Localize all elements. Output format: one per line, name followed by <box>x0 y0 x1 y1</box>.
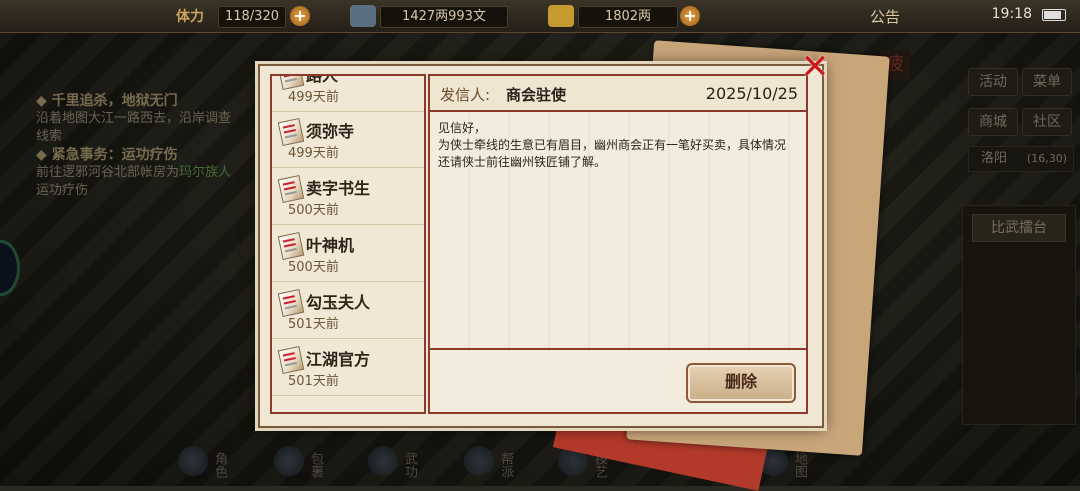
gold-value: 1802两 <box>578 6 678 28</box>
battery-icon <box>1042 9 1066 21</box>
mail-age: 499天前 <box>288 90 339 105</box>
mail-sender: 路人 <box>306 74 339 85</box>
mail-item[interactable]: 勾玉夫人 501天前 <box>272 283 424 339</box>
mail-date: 2025/10/25 <box>705 84 798 103</box>
mail-item[interactable]: 叶神机 500天前 <box>272 226 424 282</box>
mail-sender: 叶神机 <box>306 236 355 255</box>
mail-item[interactable]: 路人 499天前 <box>272 74 424 112</box>
mail-body: 见信好， 为侠士牵线的生意已有眉目，幽州商会正有一笔好买卖，具体情况还请侠士前往… <box>438 120 794 171</box>
sender-label: 发信人: <box>440 86 491 104</box>
mail-sender: 江湖官方 <box>306 350 371 369</box>
mail-item[interactable]: 须弥寺 499天前 <box>272 112 424 168</box>
mail-body-text: 为侠士牵线的生意已有眉目，幽州商会正有一笔好买卖，具体情况还请侠士前往幽州铁匠铺… <box>438 138 787 169</box>
mail-age: 500天前 <box>288 203 339 218</box>
money-value: 1427两993文 <box>380 6 508 28</box>
mail-age: 501天前 <box>288 374 339 389</box>
delete-button[interactable]: 删除 <box>686 363 796 403</box>
mail-item[interactable]: 卖字书生 500天前 <box>272 169 424 225</box>
mail-sender: 勾玉夫人 <box>306 293 371 312</box>
add-stamina-button[interactable]: + <box>290 6 310 26</box>
mail-list[interactable]: 路人 499天前 须弥寺 499天前 卖字书生 500天前 叶神机 500天前 … <box>270 74 426 414</box>
mail-greeting: 见信好， <box>438 121 487 135</box>
coin-icon <box>350 5 376 27</box>
mail-header: 发信人: 商会驻使 2025/10/25 <box>430 76 806 112</box>
mail-item[interactable]: 江湖官方 501天前 <box>272 340 424 396</box>
gold-ingot-icon <box>548 5 574 27</box>
sender-name: 商会驻使 <box>506 86 567 104</box>
stamina-value: 118/320 <box>218 6 286 28</box>
clock: 19:18 <box>991 6 1032 22</box>
mail-content: 发信人: 商会驻使 2025/10/25 见信好， 为侠士牵线的生意已有眉目，幽… <box>428 74 808 414</box>
close-icon[interactable]: ✕ <box>798 50 832 84</box>
mail-age: 499天前 <box>288 146 339 161</box>
announcement-button[interactable]: 公告 <box>870 6 900 27</box>
mail-dialog: 路人 499天前 须弥寺 499天前 卖字书生 500天前 叶神机 500天前 … <box>258 64 824 428</box>
mail-sender: 须弥寺 <box>306 122 355 141</box>
add-gold-button[interactable]: + <box>680 6 700 26</box>
top-resource-bar: 体力 118/320 + 1427两993文 1802两 + 公告 19:18 <box>0 0 1080 33</box>
mail-sender: 卖字书生 <box>306 179 371 198</box>
stamina-label: 体力 <box>176 9 204 25</box>
mail-age: 501天前 <box>288 317 339 332</box>
mail-age: 500天前 <box>288 260 339 275</box>
